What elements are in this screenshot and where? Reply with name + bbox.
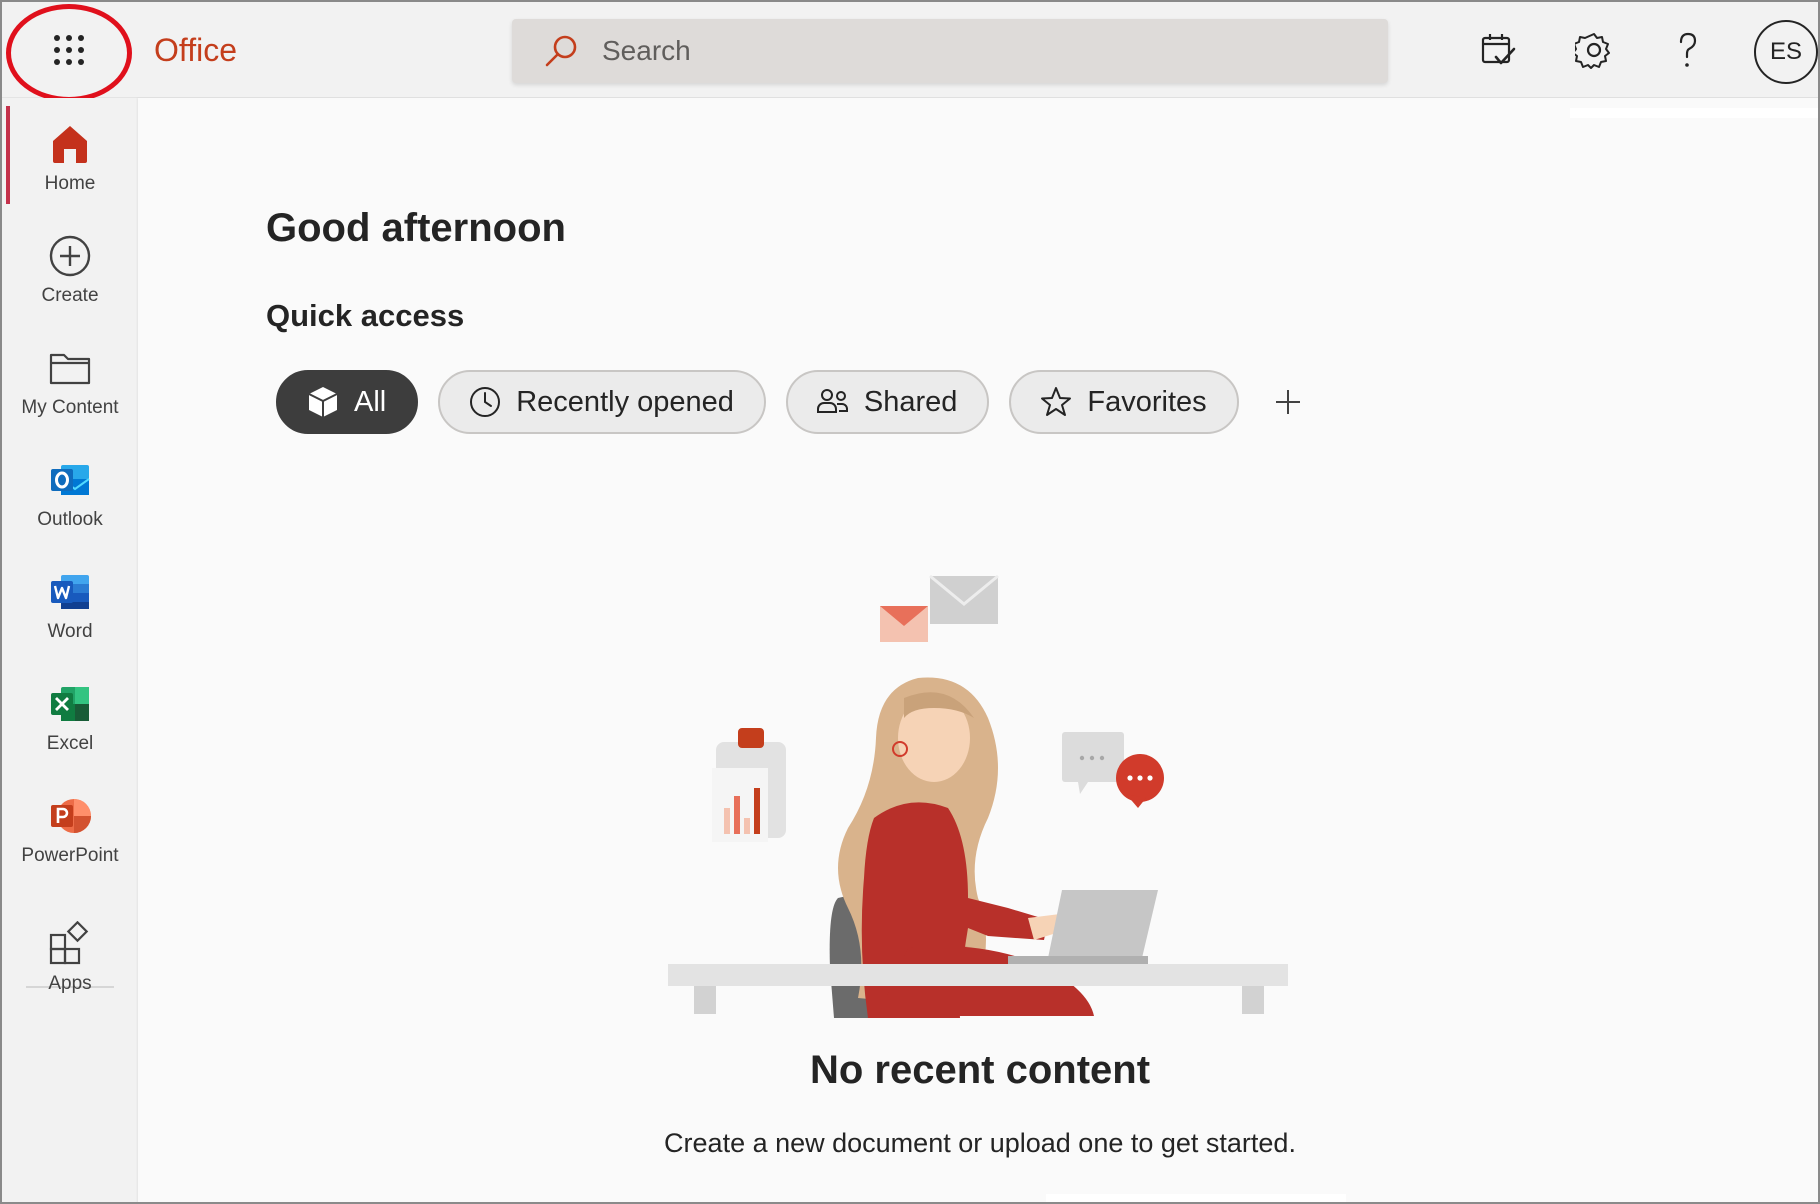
help-icon [1679, 32, 1697, 67]
clipboard-illustration [712, 728, 786, 842]
nav-item-create[interactable]: Create [2, 218, 138, 322]
app-launcher-icon [54, 35, 84, 65]
gear-icon [1575, 33, 1610, 69]
empty-state-title: No recent content [809, 1048, 1151, 1092]
empty-state-subtitle: Create a new document or upload one to g… [664, 1128, 1296, 1158]
filter-shared[interactable]: Shared [785, 370, 990, 434]
decorative-strip [1570, 108, 1818, 118]
word-icon [51, 575, 89, 609]
filter-favorites[interactable]: Favorites [1009, 370, 1239, 434]
office-brand-link[interactable]: Office [154, 32, 237, 69]
chat-bubbles-illustration [1062, 732, 1164, 808]
filter-label: Favorites [1087, 385, 1207, 418]
nav-item-label: Word [47, 621, 93, 642]
app-launcher-button[interactable] [24, 14, 114, 86]
filter-label: Shared [863, 385, 958, 418]
nav-item-label: Apps [48, 973, 92, 994]
nav-item-label: Outlook [37, 509, 103, 530]
clock-icon [470, 387, 501, 417]
search-icon [545, 35, 577, 67]
greeting-heading: Good afternoon [266, 206, 566, 250]
filter-all[interactable]: All [276, 370, 419, 434]
folder-icon [49, 353, 91, 385]
filter-label: Recently opened [516, 385, 734, 418]
apps-icon [49, 921, 89, 965]
header-bar: Office Search ES [2, 2, 1818, 102]
cube-icon [308, 387, 338, 417]
plus-circle-icon [49, 235, 91, 277]
nav-item-my-content[interactable]: My Content [2, 330, 138, 434]
nav-item-word[interactable]: Word [2, 554, 138, 658]
decorative-strip [1046, 1194, 1346, 1202]
search-box[interactable]: Search [512, 19, 1388, 83]
help-button[interactable] [1664, 26, 1712, 74]
nav-item-powerpoint[interactable]: PowerPoint [2, 778, 138, 882]
filter-label: All [354, 385, 387, 418]
nav-item-label: Create [41, 285, 99, 306]
nav-item-label: Home [44, 173, 96, 194]
add-filter-button[interactable] [1263, 377, 1313, 427]
nav-item-label: PowerPoint [21, 845, 119, 866]
calendar-check-icon [1481, 34, 1516, 65]
nav-item-label: Excel [46, 733, 94, 754]
powerpoint-icon [51, 799, 91, 833]
quick-access-heading: Quick access [266, 298, 465, 333]
home-icon [53, 126, 87, 163]
nav-item-apps[interactable]: Apps [2, 906, 138, 1010]
my-day-button[interactable] [1474, 26, 1522, 74]
main-content: Good afternoon Quick access All Recently… [138, 98, 1818, 1202]
plus-icon [1275, 390, 1300, 414]
envelope-illustration [880, 574, 999, 642]
nav-item-excel[interactable]: Excel [2, 666, 138, 770]
nav-item-label: My Content [21, 397, 119, 418]
settings-button[interactable] [1570, 26, 1618, 74]
left-nav-rail: Home Create My Content Outlook Word Exce… [2, 98, 138, 1202]
account-avatar[interactable]: ES [1754, 20, 1818, 84]
outlook-icon [51, 465, 90, 495]
excel-icon [51, 687, 89, 721]
people-icon [816, 389, 848, 413]
search-input[interactable]: Search [602, 35, 691, 67]
nav-item-home[interactable]: Home [2, 106, 138, 210]
nav-item-outlook[interactable]: Outlook [2, 442, 138, 546]
empty-state-illustration [668, 574, 1288, 1018]
quick-access-filters: All Recently opened Shared Favorites [276, 370, 1313, 434]
filter-recently-opened[interactable]: Recently opened [438, 370, 766, 434]
app-window: Office Search ES Home Create My Content … [0, 0, 1820, 1204]
star-icon [1041, 387, 1072, 416]
